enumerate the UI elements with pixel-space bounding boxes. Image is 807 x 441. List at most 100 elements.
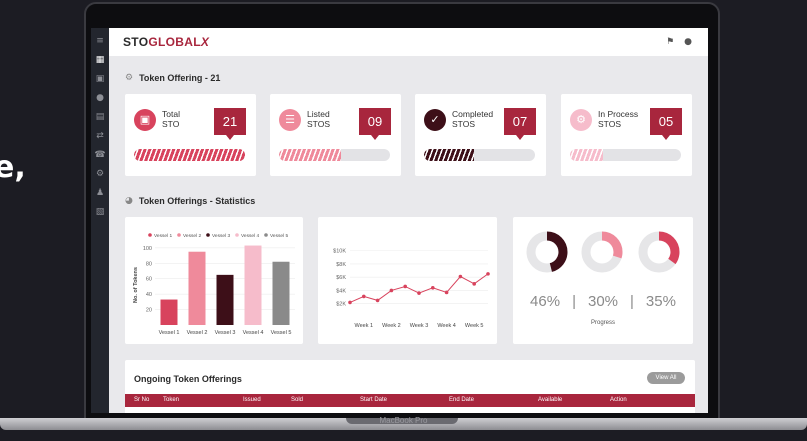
- transfer-icon[interactable]: ⇄: [96, 131, 104, 141]
- column-header[interactable]: Issued: [243, 397, 261, 403]
- x-tick-label: Week 3: [410, 323, 429, 329]
- legend-label: Vessel 3: [212, 233, 230, 239]
- column-header[interactable]: Action: [610, 397, 627, 403]
- user-icon[interactable]: ●: [96, 93, 104, 103]
- brand-part-sto: STO: [123, 35, 149, 49]
- settings-icon: ⚙: [125, 73, 134, 83]
- bell-icon[interactable]: ⚑: [666, 37, 674, 47]
- y-tick-label: $8K: [336, 262, 346, 268]
- legend-marker: [206, 233, 210, 237]
- app-screen: ≡ ▦ ▣ ● ▤ ⇄ ☎ ⚙ ♟ ▧ STOGLOBALX ⚑ ● ⚙ Tok…: [91, 28, 708, 413]
- progress-value-2: 30%: [587, 293, 619, 310]
- legend-marker: [148, 233, 152, 237]
- y-tick-label: $4K: [336, 288, 346, 294]
- stat-progress-fill: [279, 149, 342, 161]
- progress-value-1: 46%: [530, 293, 561, 310]
- stat-card[interactable]: ☰ Listed STOS 09: [270, 94, 401, 176]
- stat-progress-track: [424, 149, 535, 161]
- x-tick-label: Vessel 3: [215, 330, 236, 336]
- gear-icon: ⚙: [570, 109, 592, 131]
- line-series: [349, 273, 489, 303]
- stat-progress-track: [279, 149, 390, 161]
- profile-icon[interactable]: ♟: [96, 188, 104, 198]
- x-tick-label: Vessel 5: [271, 330, 292, 336]
- bar[interactable]: [160, 299, 178, 325]
- y-tick-label: 40: [146, 292, 152, 298]
- account-icon[interactable]: ●: [684, 37, 692, 47]
- bar[interactable]: [272, 261, 290, 325]
- calendar-icon[interactable]: ▣: [96, 74, 105, 84]
- menu-icon[interactable]: ≡: [96, 36, 104, 46]
- phone-icon[interactable]: ☎: [94, 150, 105, 160]
- x-tick-label: Week 5: [465, 323, 484, 329]
- x-tick-label: Week 2: [382, 323, 401, 329]
- stat-progress-fill: [424, 149, 474, 161]
- y-axis-label: No. of Tokens: [133, 267, 139, 303]
- stat-progress-track: [570, 149, 681, 161]
- brand-logo[interactable]: STOGLOBALX: [123, 35, 209, 49]
- ongoing-offerings-card: Ongoing Token Offerings View All Sr No To…: [125, 360, 695, 413]
- dashboard-icon[interactable]: ▦: [96, 55, 105, 65]
- x-tick-label: Vessel 2: [187, 330, 208, 336]
- line-point[interactable]: [431, 286, 435, 290]
- line-point[interactable]: [458, 274, 463, 279]
- line-chart: $2K $4K $6K $8K $10K Week 1 Week 2 Week 3 Week 4…: [333, 249, 490, 329]
- bar-chart-card: Vessel 1 Vessel 2 Vessel 3 Vessel 4 Vessel 5…: [125, 217, 303, 344]
- completed-icon: ✓: [424, 109, 446, 131]
- table-icon[interactable]: ▤: [96, 112, 105, 122]
- y-tick-label: 80: [146, 261, 152, 267]
- view-all-button[interactable]: View All: [647, 372, 685, 384]
- progress-value-3: 35%: [645, 293, 676, 310]
- x-tick-label: Week 4: [437, 323, 456, 329]
- stat-progress-track: [134, 149, 245, 161]
- stat-label: In Process STOS: [598, 109, 639, 129]
- y-tick-label: $10K: [333, 249, 346, 255]
- stat-card[interactable]: ⚙ In Process STOS 05: [561, 94, 692, 176]
- stat-count: 07: [504, 108, 536, 140]
- bar[interactable]: [216, 274, 234, 325]
- line-point[interactable]: [403, 284, 407, 289]
- stat-card[interactable]: ▣ Total STO 21: [125, 94, 256, 176]
- column-header[interactable]: Start Date: [360, 397, 387, 403]
- line-point[interactable]: [375, 298, 380, 303]
- legend-label: Vessel 4: [241, 233, 259, 239]
- x-tick-label: Vessel 1: [159, 330, 180, 336]
- stat-label: Total STO: [162, 109, 180, 129]
- stat-label: Completed STOS: [452, 109, 494, 129]
- y-tick-label: 20: [146, 308, 152, 314]
- y-tick-label: $6K: [336, 275, 346, 281]
- legend-marker: [235, 233, 239, 237]
- bar[interactable]: [244, 245, 262, 325]
- tokens-icon: ▣: [134, 109, 156, 131]
- stat-label: Listed STOS: [307, 109, 330, 129]
- column-header[interactable]: Available: [538, 397, 562, 403]
- line-chart-card: $2K $4K $6K $8K $10K Week 1 Week 2 Week 3 Week 4…: [318, 217, 497, 344]
- y-tick-label: 60: [146, 277, 152, 283]
- column-header[interactable]: Sr No: [134, 397, 149, 403]
- document-icon[interactable]: ▧: [96, 207, 105, 217]
- offering-section-title: ⚙ Token Offering - 21: [125, 73, 220, 83]
- line-point[interactable]: [417, 291, 421, 295]
- legend-label: Vessel 1: [154, 233, 172, 239]
- column-header[interactable]: Sold: [291, 397, 303, 403]
- legend-marker: [264, 233, 268, 237]
- line-point[interactable]: [362, 294, 366, 299]
- stat-count: 09: [359, 108, 391, 140]
- line-point[interactable]: [389, 288, 394, 293]
- bar[interactable]: [188, 251, 206, 325]
- line-point[interactable]: [486, 272, 490, 276]
- column-header[interactable]: Token: [163, 397, 179, 403]
- column-header[interactable]: End Date: [449, 397, 474, 403]
- x-tick-label: Week 1: [355, 323, 374, 329]
- stat-card[interactable]: ✓ Completed STOS 07: [415, 94, 546, 176]
- progress-divider: |: [572, 293, 576, 310]
- sidebar: ≡ ▦ ▣ ● ▤ ⇄ ☎ ⚙ ♟ ▧: [91, 28, 109, 413]
- line-point[interactable]: [472, 282, 476, 286]
- stat-progress-fill: [570, 149, 604, 161]
- progress-percentages: 46% | 30% | 35%: [513, 293, 693, 310]
- settings-icon[interactable]: ⚙: [96, 169, 104, 179]
- progress-card: 46% | 30% | 35% Progress: [513, 217, 693, 344]
- line-point[interactable]: [348, 300, 352, 305]
- legend-label: Vessel 5: [270, 233, 288, 239]
- line-point[interactable]: [444, 290, 449, 295]
